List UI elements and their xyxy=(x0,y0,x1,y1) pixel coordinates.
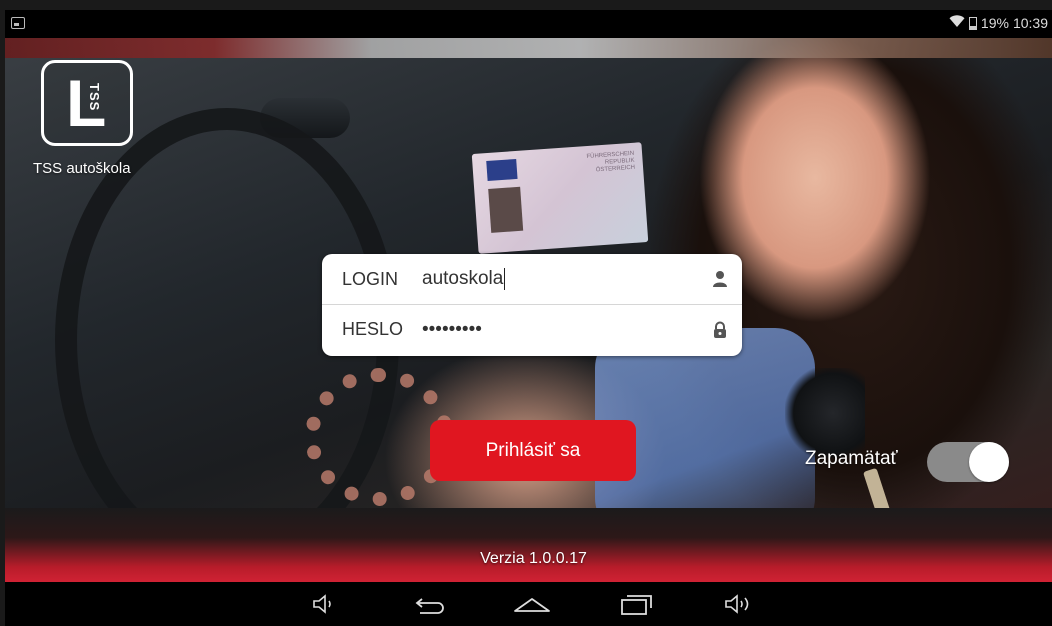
text-caret xyxy=(504,267,506,290)
battery-percent: 19% xyxy=(980,15,1009,31)
eu-flag-icon xyxy=(486,158,518,182)
password-input-value: ••••••••• xyxy=(422,318,482,340)
back-icon[interactable] xyxy=(412,592,444,616)
car-door-bottom xyxy=(5,508,1052,582)
login-input[interactable]: autoskola xyxy=(422,267,742,290)
battery-icon xyxy=(968,16,977,30)
lock-icon xyxy=(712,321,728,339)
login-form: LOGIN autoskola HESLO ••••••••• xyxy=(322,254,742,356)
user-icon xyxy=(712,270,728,288)
login-input-value: autoskola xyxy=(422,268,504,289)
clock: 10:39 xyxy=(1012,15,1048,31)
wifi-icon xyxy=(949,15,965,31)
password-label: HESLO xyxy=(342,319,404,339)
app-logo: L TSS xyxy=(41,60,133,146)
volume-up-icon[interactable] xyxy=(723,592,753,616)
tablet-screen: 19% 10:39 FÜHRERSCHEIN REPUBLIK ÖSTERREI… xyxy=(5,10,1052,626)
version-label: Verzia 1.0.0.17 xyxy=(480,550,587,567)
car-keys xyxy=(785,368,865,458)
driving-license-card: FÜHRERSCHEIN REPUBLIK ÖSTERREICH xyxy=(471,142,649,254)
app-name: TSS autoškola xyxy=(33,160,131,177)
system-navigation-bar xyxy=(5,582,1052,626)
screenshot-notification-icon xyxy=(11,17,25,29)
remember-toggle[interactable] xyxy=(927,442,1009,482)
remember-label: Zapamätať xyxy=(805,448,898,469)
status-bar: 19% 10:39 xyxy=(5,10,1052,38)
logo-tss-text: TSS xyxy=(87,83,102,112)
car-window-frame xyxy=(5,38,1052,58)
home-icon[interactable] xyxy=(512,592,550,616)
volume-down-icon[interactable] xyxy=(310,592,340,616)
login-button[interactable]: Prihlásiť sa xyxy=(430,420,636,481)
login-label: LOGIN xyxy=(342,268,399,289)
license-photo xyxy=(488,186,524,233)
password-input[interactable]: ••••••••• xyxy=(422,319,742,341)
status-indicators: 19% 10:39 xyxy=(949,15,1048,31)
background-photo: FÜHRERSCHEIN REPUBLIK ÖSTERREICH L TSS T… xyxy=(5,38,1052,582)
license-card-text: FÜHRERSCHEIN REPUBLIK ÖSTERREICH xyxy=(586,150,636,174)
toggle-knob xyxy=(969,442,1009,482)
recent-apps-icon[interactable] xyxy=(619,592,652,616)
password-field[interactable]: HESLO ••••••••• xyxy=(322,304,742,354)
login-field[interactable]: LOGIN autoskola xyxy=(322,254,742,304)
